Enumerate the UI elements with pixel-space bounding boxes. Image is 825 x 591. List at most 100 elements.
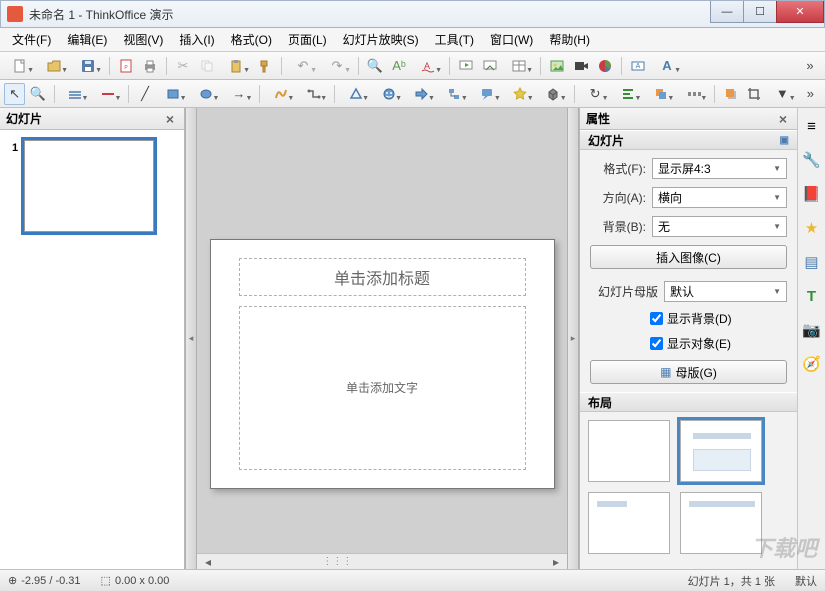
spellcheck-button[interactable]: Aᵇ bbox=[388, 55, 410, 77]
ellipse-tool[interactable]: ▼ bbox=[191, 83, 222, 105]
props-panel-header: 属性 × bbox=[580, 108, 797, 130]
open-button[interactable]: ▼ bbox=[38, 55, 70, 77]
menu-tools[interactable]: 工具(T) bbox=[427, 28, 482, 51]
section-layout-head[interactable]: 布局 bbox=[580, 392, 797, 412]
right-collapse-bar[interactable]: ▸ bbox=[567, 108, 579, 569]
toolbar2-overflow[interactable]: » bbox=[800, 83, 821, 105]
insert-image-button[interactable] bbox=[546, 55, 568, 77]
layout-4[interactable] bbox=[680, 492, 762, 554]
curve-tool[interactable]: ▼ bbox=[265, 83, 296, 105]
layout-title-content[interactable] bbox=[680, 420, 762, 482]
rail-properties-icon[interactable]: 🔧 bbox=[802, 150, 822, 170]
rail-media-icon[interactable]: 📷 bbox=[802, 320, 822, 340]
menu-page[interactable]: 页面(L) bbox=[280, 28, 335, 51]
slideshow-start-button[interactable] bbox=[455, 55, 477, 77]
insert-text-button[interactable]: A bbox=[627, 55, 649, 77]
slide-panel-close[interactable]: × bbox=[162, 111, 178, 127]
toolbar-overflow[interactable]: » bbox=[799, 55, 821, 77]
copy-button[interactable] bbox=[196, 55, 218, 77]
select-tool[interactable]: ↖ bbox=[4, 83, 25, 105]
block-arrows-tool[interactable]: ▼ bbox=[406, 83, 437, 105]
line-tool[interactable]: ╱ bbox=[134, 83, 155, 105]
shadow-tool[interactable] bbox=[720, 83, 741, 105]
show-obj-checkbox[interactable]: 显示对象(E) bbox=[650, 335, 787, 352]
slide-editor[interactable]: 单击添加标题 单击添加文字 bbox=[210, 239, 555, 489]
left-collapse-bar[interactable]: ◂ bbox=[185, 108, 197, 569]
rotate-tool[interactable]: ↻▼ bbox=[580, 83, 611, 105]
rail-text-icon[interactable]: T bbox=[802, 286, 822, 306]
props-panel-close[interactable]: × bbox=[775, 111, 791, 127]
rail-pages-icon[interactable]: ▤ bbox=[802, 252, 822, 272]
fontwork-button[interactable]: A▼ bbox=[651, 55, 683, 77]
print-button[interactable] bbox=[139, 55, 161, 77]
rect-tool[interactable]: ▼ bbox=[158, 83, 189, 105]
layout-3[interactable] bbox=[588, 492, 670, 554]
clone-format-button[interactable] bbox=[254, 55, 276, 77]
slideshow-current-button[interactable] bbox=[479, 55, 501, 77]
slide-thumb-1[interactable]: 1 bbox=[8, 140, 176, 232]
orientation-dropdown[interactable]: 横向▼ bbox=[652, 187, 787, 208]
export-pdf-button[interactable]: P bbox=[115, 55, 137, 77]
distribute-tool[interactable]: ▼ bbox=[678, 83, 709, 105]
find-button[interactable]: 🔍 bbox=[364, 55, 386, 77]
menu-slideshow[interactable]: 幻灯片放映(S) bbox=[335, 28, 427, 51]
connector-tool[interactable]: ▼ bbox=[298, 83, 329, 105]
close-button[interactable]: ✕ bbox=[776, 1, 824, 23]
menu-view[interactable]: 视图(V) bbox=[115, 28, 171, 51]
cut-button[interactable]: ✂ bbox=[172, 55, 194, 77]
size-icon: ⬚ bbox=[101, 574, 111, 587]
crop-tool[interactable] bbox=[744, 83, 765, 105]
flowchart-tool[interactable]: ▼ bbox=[439, 83, 470, 105]
symbol-shapes-tool[interactable]: ▼ bbox=[373, 83, 404, 105]
background-dropdown[interactable]: 无▼ bbox=[652, 216, 787, 237]
line-style-dropdown[interactable]: ▼ bbox=[60, 83, 91, 105]
layout-blank[interactable] bbox=[588, 420, 670, 482]
maximize-button[interactable]: ☐ bbox=[743, 1, 777, 23]
horizontal-scrollbar[interactable]: ◂ ⋮⋮⋮ ▸ bbox=[197, 553, 567, 569]
master-dropdown[interactable]: 默认▼ bbox=[664, 281, 787, 302]
insert-chart-button[interactable] bbox=[594, 55, 616, 77]
3d-tool[interactable]: ▼ bbox=[538, 83, 569, 105]
undo-button[interactable]: ↶▼ bbox=[287, 55, 319, 77]
save-button[interactable]: ▼ bbox=[72, 55, 104, 77]
align-tool[interactable]: ▼ bbox=[613, 83, 644, 105]
section-toggle-icon[interactable]: ▣ bbox=[780, 135, 789, 146]
insert-image-button-panel[interactable]: 插入图像(C) bbox=[590, 245, 787, 269]
arrow-tool[interactable]: →▼ bbox=[223, 83, 254, 105]
rail-navigator-icon[interactable]: 🧭 bbox=[802, 354, 822, 374]
auto-spellcheck-button[interactable]: A▼ bbox=[412, 55, 444, 77]
menu-window[interactable]: 窗口(W) bbox=[482, 28, 541, 51]
body-placeholder[interactable]: 单击添加文字 bbox=[239, 306, 526, 470]
minimize-button[interactable]: — bbox=[710, 1, 744, 23]
canvas-area[interactable]: 单击添加标题 单击添加文字 bbox=[197, 108, 567, 553]
title-placeholder[interactable]: 单击添加标题 bbox=[239, 258, 526, 296]
filter-tool[interactable]: ▼▼ bbox=[767, 83, 798, 105]
menu-file[interactable]: 文件(F) bbox=[4, 28, 59, 51]
master-button[interactable]: ▦母版(G) bbox=[590, 360, 787, 384]
menu-insert[interactable]: 插入(I) bbox=[171, 28, 222, 51]
format-dropdown[interactable]: 显示屏4:3▼ bbox=[652, 158, 787, 179]
new-button[interactable]: ▼ bbox=[4, 55, 36, 77]
basic-shapes-tool[interactable]: ▼ bbox=[340, 83, 371, 105]
insert-av-button[interactable] bbox=[570, 55, 592, 77]
thumb-area[interactable]: 1 bbox=[0, 130, 184, 569]
arrange-tool[interactable]: ▼ bbox=[645, 83, 676, 105]
scroll-right[interactable]: ▸ bbox=[549, 555, 563, 569]
rail-favorites-icon[interactable]: ★ bbox=[802, 218, 822, 238]
section-slide-head[interactable]: 幻灯片 ▣ bbox=[580, 130, 797, 150]
menu-format[interactable]: 格式(O) bbox=[223, 28, 280, 51]
paste-button[interactable]: ▼ bbox=[220, 55, 252, 77]
line-color-dropdown[interactable]: ▼ bbox=[92, 83, 123, 105]
thumb-image[interactable] bbox=[24, 140, 154, 232]
zoom-tool[interactable]: 🔍 bbox=[27, 83, 48, 105]
show-bg-checkbox[interactable]: 显示背景(D) bbox=[650, 310, 787, 327]
callouts-tool[interactable]: ▼ bbox=[472, 83, 503, 105]
rail-menu-icon[interactable]: ≡ bbox=[802, 116, 822, 136]
menu-help[interactable]: 帮助(H) bbox=[541, 28, 598, 51]
rail-gallery-icon[interactable]: 📕 bbox=[802, 184, 822, 204]
table-button[interactable]: ▼ bbox=[503, 55, 535, 77]
stars-tool[interactable]: ▼ bbox=[505, 83, 536, 105]
scroll-left[interactable]: ◂ bbox=[201, 555, 215, 569]
menu-edit[interactable]: 编辑(E) bbox=[59, 28, 115, 51]
redo-button[interactable]: ↷▼ bbox=[321, 55, 353, 77]
